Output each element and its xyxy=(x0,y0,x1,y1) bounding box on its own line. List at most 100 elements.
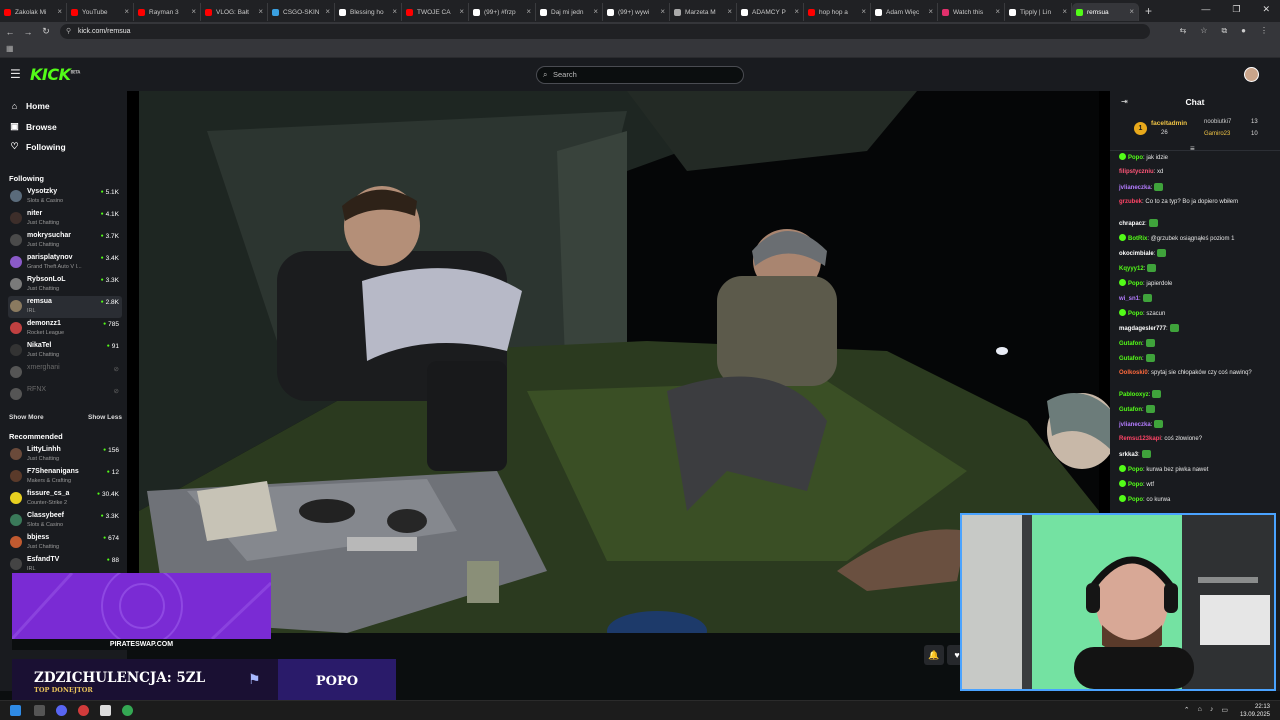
close-tab-icon[interactable]: × xyxy=(995,7,1000,16)
browser-tab[interactable]: ADAMCY P × xyxy=(737,3,804,21)
close-tab-icon[interactable]: × xyxy=(526,7,531,16)
back-icon[interactable]: ← xyxy=(2,27,18,37)
forward-icon[interactable]: → xyxy=(20,27,36,37)
chat-username[interactable]: Popo xyxy=(1128,281,1143,287)
chat-username[interactable]: okocimbiale xyxy=(1119,251,1154,257)
chat-username[interactable]: wi_sn1 xyxy=(1119,296,1139,302)
close-tab-icon[interactable]: × xyxy=(660,7,665,16)
close-tab-icon[interactable]: × xyxy=(124,7,129,16)
channel-item[interactable]: mokrysuchar Just Chatting 3.7K xyxy=(8,230,122,252)
browser-tab[interactable]: Adam Więc × xyxy=(871,3,938,21)
browser-tab[interactable]: (99+) wywi × xyxy=(603,3,670,21)
extensions-icon[interactable]: ⧉ xyxy=(1221,26,1227,36)
browser-menu-icon[interactable]: ⋮ xyxy=(1260,26,1268,36)
channel-item[interactable]: LittyLinhh Just Chatting 156 xyxy=(8,444,122,466)
close-tab-icon[interactable]: × xyxy=(794,7,799,16)
close-tab-icon[interactable]: × xyxy=(459,7,464,16)
profile-icon[interactable]: ● xyxy=(1241,26,1246,36)
close-tab-icon[interactable]: × xyxy=(1129,7,1134,16)
chat-username[interactable]: srkka3 xyxy=(1119,452,1138,458)
chat-username[interactable]: filipstyczniu xyxy=(1119,169,1154,175)
close-tab-icon[interactable]: × xyxy=(57,7,62,16)
browser-tab[interactable]: Rayman 3 × xyxy=(134,3,201,21)
file-explorer-icon[interactable] xyxy=(34,705,45,716)
notification-bell-icon[interactable]: 🔔 xyxy=(924,645,944,665)
channel-item[interactable]: xmerghani ⊘ xyxy=(8,362,122,384)
browser-tab[interactable]: remsua × xyxy=(1072,3,1139,21)
channel-item[interactable]: Vysotzky Slots & Casino 5.1K xyxy=(8,186,122,208)
close-tab-icon[interactable]: × xyxy=(325,7,330,16)
close-window-icon[interactable]: ✕ xyxy=(1262,4,1270,15)
chat-username[interactable]: Popo xyxy=(1128,497,1143,503)
minimize-icon[interactable]: — xyxy=(1201,4,1210,15)
browser-tab[interactable]: Tipply | Lin × xyxy=(1005,3,1072,21)
network-icon[interactable]: ⌂ xyxy=(1198,706,1202,714)
reload-icon[interactable]: ↻ xyxy=(38,26,54,37)
chat-username[interactable]: magdagesler777 xyxy=(1119,326,1166,332)
chat-username[interactable]: Gutafon xyxy=(1119,341,1142,347)
chrome-icon[interactable] xyxy=(122,705,133,716)
chat-username[interactable]: Kqyyy12 xyxy=(1119,266,1144,272)
nav-home[interactable]: ⌂ Home xyxy=(10,101,50,111)
maximize-icon[interactable]: ❐ xyxy=(1232,4,1240,15)
close-tab-icon[interactable]: × xyxy=(258,7,263,16)
chat-username[interactable]: BotRix xyxy=(1128,236,1147,242)
channel-item[interactable]: NikaTel Just Chatting 91 xyxy=(8,340,122,362)
channel-item[interactable]: demonzz1 Rocket League 785 xyxy=(8,318,122,340)
url-field[interactable]: ⚲ kick.com/remsua xyxy=(60,24,1150,39)
channel-item[interactable]: RFNX ⊘ xyxy=(8,384,122,406)
channel-item[interactable]: RybsonLoL Just Chatting 3.3K xyxy=(8,274,122,296)
chat-username[interactable]: Popo xyxy=(1128,482,1143,488)
chat-username[interactable]: Gutafon xyxy=(1119,356,1142,362)
browser-tab[interactable]: hop hop a × xyxy=(804,3,871,21)
channel-item[interactable]: niter Just Chatting 4.1K xyxy=(8,208,122,230)
system-clock[interactable]: 22:13 13.09.2025 xyxy=(1240,703,1270,719)
chat-username[interactable]: chrapacz xyxy=(1119,221,1145,227)
search-input[interactable]: ⌕ Search xyxy=(536,66,744,84)
chat-username[interactable]: jvlianeczka xyxy=(1119,185,1151,191)
site-info-icon[interactable]: ⚲ xyxy=(66,24,71,39)
discord-icon[interactable] xyxy=(56,705,67,716)
channel-item[interactable]: parisplatynov Grand Theft Auto V I... 3.4K xyxy=(8,252,122,274)
user-avatar[interactable] xyxy=(1244,67,1259,82)
browser-tab[interactable]: TWOJE CA × xyxy=(402,3,469,21)
show-more-button[interactable]: Show More xyxy=(9,414,44,421)
nav-browse[interactable]: ▣ Browse xyxy=(10,121,56,132)
close-tab-icon[interactable]: × xyxy=(928,7,933,16)
chat-username[interactable]: Popo xyxy=(1128,155,1143,161)
leaderboard-name[interactable]: noobiutki7 xyxy=(1204,119,1231,125)
browser-tab[interactable]: Watch this × xyxy=(938,3,1005,21)
battery-icon[interactable]: ▭ xyxy=(1221,706,1228,714)
channel-item[interactable]: bbjess Just Chatting 674 xyxy=(8,532,122,554)
translate-icon[interactable]: ⇆ xyxy=(1180,26,1187,36)
browser-tab[interactable]: CSGO-SKIN × xyxy=(268,3,335,21)
app-icon[interactable] xyxy=(100,705,111,716)
close-tab-icon[interactable]: × xyxy=(727,7,732,16)
close-tab-icon[interactable]: × xyxy=(861,7,866,16)
close-tab-icon[interactable]: × xyxy=(392,7,397,16)
chat-username[interactable]: Pablooxyz xyxy=(1119,392,1149,398)
chat-username[interactable]: Popo xyxy=(1128,467,1143,473)
expand-pinned-icon[interactable]: ≡ xyxy=(1190,144,1195,153)
channel-item[interactable]: Classybeef Slots & Casino 3.3K xyxy=(8,510,122,532)
chat-username[interactable]: Oolkoski0 xyxy=(1119,370,1148,376)
hamburger-menu-icon[interactable]: ☰ xyxy=(10,67,21,81)
browser-tab[interactable]: Blessing ho × xyxy=(335,3,402,21)
volume-icon[interactable]: ♪ xyxy=(1210,706,1214,714)
chat-username[interactable]: Gutafon xyxy=(1119,407,1142,413)
windows-start-icon[interactable] xyxy=(10,705,21,716)
channel-item[interactable]: fissure_cs_a Counter-Strike 2 30.4K xyxy=(8,488,122,510)
new-tab-button[interactable]: + xyxy=(1145,4,1152,18)
show-less-button[interactable]: Show Less xyxy=(88,414,122,421)
kick-logo[interactable]: KICKBETA xyxy=(30,65,80,84)
nav-following[interactable]: ♡ Following xyxy=(10,141,65,152)
browser-tab[interactable]: (99+) #frzp × xyxy=(469,3,536,21)
close-tab-icon[interactable]: × xyxy=(191,7,196,16)
chat-username[interactable]: Popo xyxy=(1128,311,1143,317)
chat-username[interactable]: grzubek xyxy=(1119,199,1142,205)
browser-tab[interactable]: Daj mi jedn × xyxy=(536,3,603,21)
browser-tab[interactable]: Zakolak Mi × xyxy=(0,3,67,21)
chat-username[interactable]: jvlianeczka xyxy=(1119,422,1151,428)
close-tab-icon[interactable]: × xyxy=(1062,7,1067,16)
channel-item[interactable]: remsua IRL 2.8K xyxy=(8,296,122,318)
